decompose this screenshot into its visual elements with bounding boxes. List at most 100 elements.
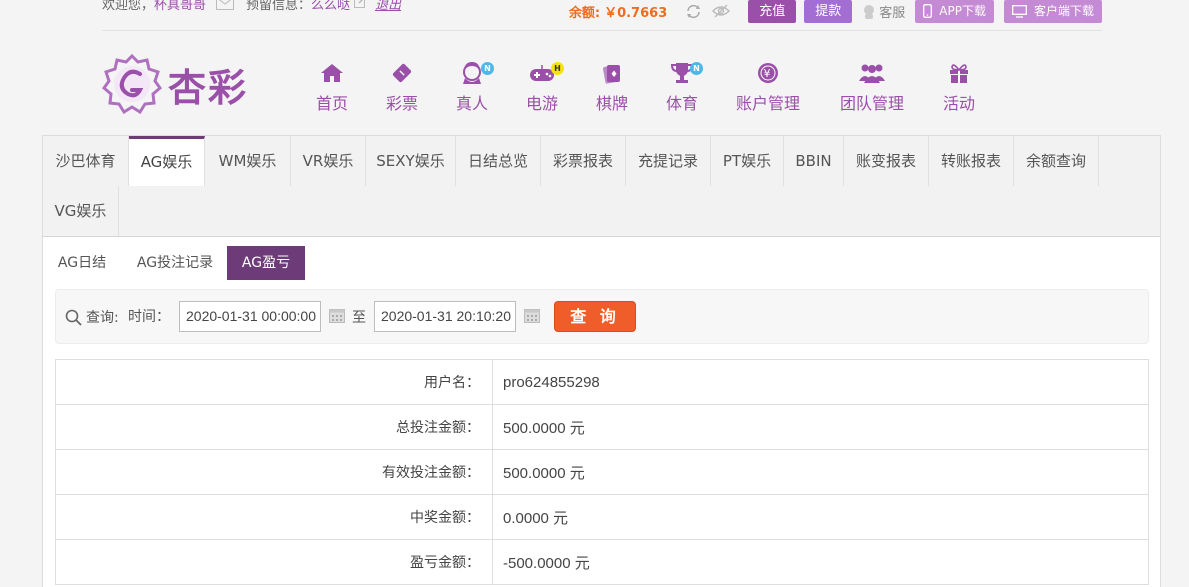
row-value: 0.0000 元 bbox=[492, 494, 1149, 540]
client-download-button[interactable]: 客户端下载 bbox=[1003, 0, 1102, 23]
subtab-ag-bets[interactable]: AG投注记录 bbox=[125, 246, 225, 280]
nav-team-management[interactable]: 团队管理 bbox=[838, 60, 906, 114]
nav-label: 账户管理 bbox=[735, 94, 800, 113]
tab-account-changes[interactable]: 账变报表 bbox=[844, 136, 929, 186]
table-row: 盈亏金额： -500.0000 元 bbox=[55, 539, 1149, 585]
welcome-prefix: 欢迎您， bbox=[102, 0, 155, 13]
nav-live-casino[interactable]: N 真人 bbox=[454, 60, 494, 114]
logo-emblem-icon bbox=[102, 54, 162, 114]
hot-badge: H bbox=[551, 62, 564, 75]
nav-label: 体育 bbox=[665, 94, 698, 113]
nav-egames[interactable]: H 电游 bbox=[524, 60, 564, 114]
notice-value: 么么哒 bbox=[311, 0, 351, 13]
app-download-label: APP下载 bbox=[939, 3, 986, 18]
phone-icon bbox=[923, 4, 933, 18]
table-row: 有效投注金额： 500.0000 元 bbox=[55, 449, 1149, 495]
subtab-ag-profit-loss[interactable]: AG盈亏 bbox=[227, 246, 305, 280]
svg-text:♦: ♦ bbox=[610, 70, 618, 80]
nav-account-management[interactable]: ¥ 账户管理 bbox=[734, 60, 802, 114]
top-bar: 欢迎您， 杯具哥哥 预留信息： 么么哒 退出 余额: ￥0.7663 充值 提款… bbox=[102, 0, 1102, 31]
tab-ag[interactable]: AG娱乐 bbox=[129, 136, 205, 186]
report-panel: 沙巴体育 AG娱乐 WM娱乐 VR娱乐 SEXY娱乐 日结总览 彩票报表 充提记… bbox=[42, 135, 1161, 587]
table-row: 用户名： pro624855298 bbox=[55, 359, 1149, 405]
balance-label: 余额: bbox=[568, 5, 601, 21]
profit-loss-table: 用户名： pro624855298 总投注金额： 500.0000 元 有效投注… bbox=[55, 359, 1149, 585]
client-download-label: 客户端下载 bbox=[1033, 3, 1094, 18]
search-icon bbox=[65, 309, 82, 326]
nav-label: 彩票 bbox=[385, 94, 418, 113]
nav-label: 首页 bbox=[315, 94, 348, 113]
table-row: 中奖金额： 0.0000 元 bbox=[55, 494, 1149, 540]
tab-lottery-report[interactable]: 彩票报表 bbox=[541, 136, 626, 186]
tab-shaba-sports[interactable]: 沙巴体育 bbox=[43, 136, 129, 186]
balance-value: ￥0.7663 bbox=[604, 5, 668, 21]
svg-text:¥: ¥ bbox=[764, 67, 771, 80]
nav-label: 团队管理 bbox=[839, 94, 904, 113]
tab-vg[interactable]: VG娱乐 bbox=[43, 186, 119, 236]
withdraw-button[interactable]: 提款 bbox=[804, 0, 853, 23]
nav-chess-cards[interactable]: ♦ 棋牌 bbox=[594, 60, 630, 114]
tab-bbin[interactable]: BBIN bbox=[784, 136, 844, 186]
table-row: 总投注金额： 500.0000 元 bbox=[55, 404, 1149, 450]
query-button[interactable]: 查 询 bbox=[554, 301, 636, 332]
row-key: 中奖金额： bbox=[55, 494, 493, 540]
row-key: 盈亏金额： bbox=[55, 539, 493, 585]
calendar-icon[interactable] bbox=[524, 308, 540, 327]
account-icon: ¥ bbox=[758, 63, 778, 83]
nav-home[interactable]: 首页 bbox=[314, 60, 350, 114]
tab-daily-overview[interactable]: 日结总览 bbox=[456, 136, 541, 186]
row-key: 有效投注金额： bbox=[55, 449, 493, 495]
tab-pt[interactable]: PT娱乐 bbox=[711, 136, 784, 186]
team-icon bbox=[859, 64, 885, 83]
tab-vr[interactable]: VR娱乐 bbox=[291, 136, 366, 186]
deposit-button[interactable]: 充值 bbox=[748, 0, 797, 23]
subtab-ag-daily[interactable]: AG日结 bbox=[47, 246, 117, 280]
home-icon bbox=[321, 64, 343, 82]
app-download-button[interactable]: APP下载 bbox=[915, 0, 994, 23]
calendar-icon[interactable] bbox=[329, 308, 345, 327]
service-label: 客服 bbox=[879, 5, 906, 21]
live-dealer-icon bbox=[463, 62, 481, 84]
end-time-input[interactable]: 2020-01-31 20:10:20 bbox=[374, 301, 516, 332]
username-display[interactable]: 杯具哥哥 bbox=[154, 0, 206, 13]
ticket-icon bbox=[392, 63, 412, 83]
report-tabs: 沙巴体育 AG娱乐 WM娱乐 VR娱乐 SEXY娱乐 日结总览 彩票报表 充提记… bbox=[43, 136, 1160, 237]
logo-text: 杏彩 bbox=[168, 64, 249, 110]
to-label: 至 bbox=[352, 310, 366, 326]
query-label: 查询: bbox=[65, 307, 119, 327]
nav-sports[interactable]: N 体育 bbox=[664, 60, 703, 114]
new-badge: N bbox=[690, 62, 703, 75]
account-actions: 余额: ￥0.7663 充值 提款 客服 APP下载 客户端下载 bbox=[569, 0, 1102, 23]
tab-sexy[interactable]: SEXY娱乐 bbox=[366, 136, 456, 186]
row-value: 500.0000 元 bbox=[492, 404, 1149, 450]
start-time-input[interactable]: 2020-01-31 00:00:00 bbox=[179, 301, 321, 332]
nav-label: 电游 bbox=[525, 94, 558, 113]
customer-service-link[interactable]: 客服 bbox=[862, 2, 905, 21]
mail-icon[interactable] bbox=[216, 0, 235, 10]
nav-lottery[interactable]: 彩票 bbox=[384, 60, 420, 114]
edit-icon[interactable] bbox=[354, 0, 367, 12]
row-value: pro624855298 bbox=[492, 359, 1149, 405]
logout-link[interactable]: 退出 bbox=[375, 0, 401, 13]
row-key: 总投注金额： bbox=[55, 404, 493, 450]
new-badge: N bbox=[481, 62, 494, 75]
tab-wm[interactable]: WM娱乐 bbox=[205, 136, 291, 186]
monitor-icon bbox=[1012, 4, 1027, 18]
nav-promotions[interactable]: 活动 bbox=[941, 60, 977, 114]
site-logo[interactable]: 杏彩 bbox=[102, 54, 248, 114]
tab-deposit-withdraw[interactable]: 充提记录 bbox=[626, 136, 711, 186]
row-key: 用户名： bbox=[55, 359, 493, 405]
service-icon bbox=[864, 4, 875, 19]
cards-icon: ♦ bbox=[603, 65, 620, 84]
refresh-icon[interactable] bbox=[685, 4, 702, 19]
row-value: -500.0000 元 bbox=[492, 539, 1149, 585]
row-value: 500.0000 元 bbox=[492, 449, 1149, 495]
tab-balance-query[interactable]: 余额查询 bbox=[1014, 136, 1099, 186]
gift-icon bbox=[950, 64, 968, 83]
hide-balance-icon[interactable] bbox=[712, 4, 731, 18]
nav-label: 棋牌 bbox=[595, 94, 628, 113]
nav-label: 真人 bbox=[455, 94, 488, 113]
notice-label: 预留信息： bbox=[246, 0, 312, 13]
welcome-area: 欢迎您， 杯具哥哥 预留信息： 么么哒 退出 bbox=[102, 0, 401, 13]
tab-transfer-report[interactable]: 转账报表 bbox=[929, 136, 1014, 186]
